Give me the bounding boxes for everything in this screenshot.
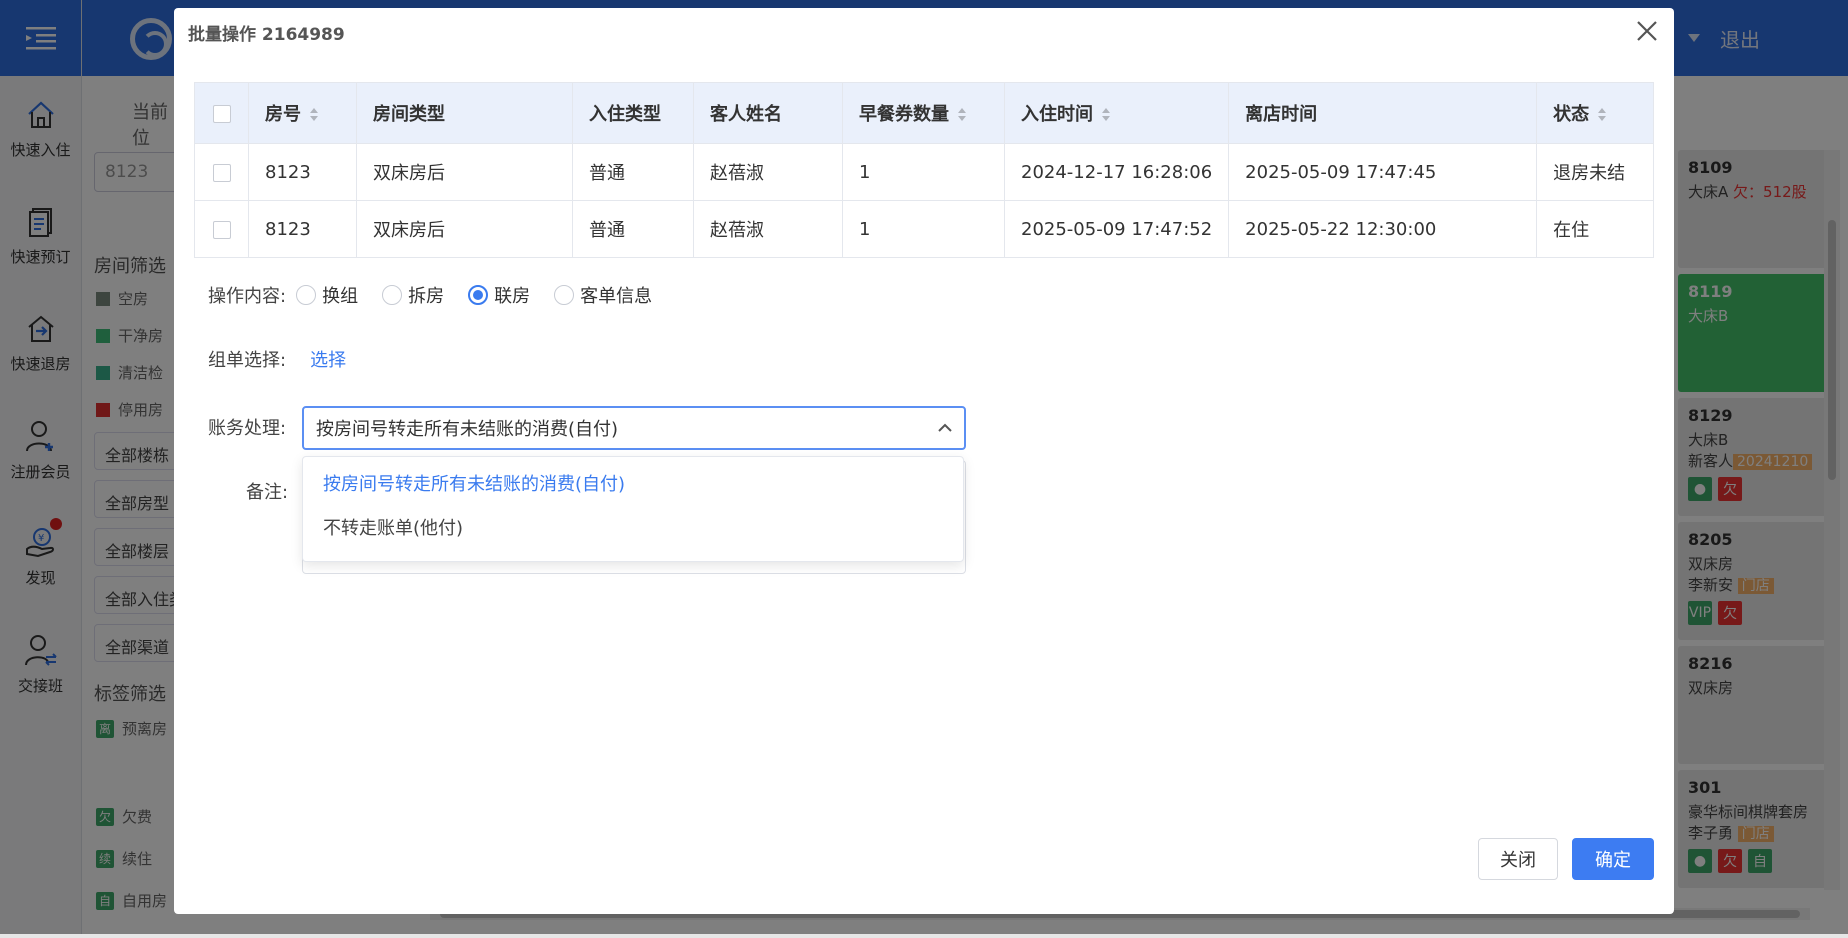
radio-label: 换组 — [322, 286, 359, 307]
dialog-title: 批量操作 2164989 — [188, 25, 345, 45]
remark-row: 备注: — [246, 478, 288, 504]
operation-radio-group: 换组 拆房 联房 客单信息 — [296, 282, 652, 308]
radio-change-group[interactable]: 换组 — [296, 282, 358, 308]
room-type-cell: 双床房后 — [356, 200, 573, 258]
room-type-cell: 双床房后 — [356, 143, 573, 201]
radio-split-room[interactable]: 拆房 — [382, 282, 444, 308]
remark-label: 备注: — [246, 482, 289, 503]
breakfast-count-cell: 1 — [842, 200, 1005, 258]
radio-circle[interactable] — [296, 285, 317, 305]
col-checkin-time[interactable]: 入住时间 — [1003, 82, 1230, 144]
status-cell: 退房未结 — [1536, 143, 1654, 201]
billing-option[interactable]: 不转走账单(他付) — [303, 505, 963, 549]
col-guest-name: 客人姓名 — [693, 82, 843, 144]
header-label: 入住时间 — [1021, 104, 1093, 125]
header-label: 入住类型 — [589, 104, 661, 125]
row-checkbox[interactable] — [212, 163, 231, 182]
billing-select[interactable]: 按房间号转走所有未结账的消费(自付) — [302, 406, 966, 450]
row-checkbox-cell — [194, 200, 249, 258]
col-room-number[interactable]: 房号 — [248, 82, 357, 144]
col-room-type: 房间类型 — [356, 82, 573, 144]
guest-table: 房号 房间类型 入住类型 客人姓名 早餐券数量 入住时间 离店时间 状态 812… — [194, 82, 1654, 258]
checkin-time-cell: 2024-12-17 16:28:06 — [1003, 143, 1230, 201]
room-number-cell: 8123 — [248, 200, 357, 258]
sort-icon[interactable] — [1101, 108, 1111, 122]
col-breakfast-count[interactable]: 早餐券数量 — [842, 82, 1005, 144]
row-checkbox[interactable] — [212, 220, 231, 239]
checkin-time-cell: 2025-05-09 17:47:52 — [1003, 200, 1230, 258]
close-button[interactable]: 关闭 — [1478, 838, 1558, 880]
radio-label: 客单信息 — [580, 286, 653, 307]
group-select-label: 组单选择: — [208, 350, 287, 371]
header-label: 状态 — [1553, 104, 1590, 125]
radio-circle[interactable] — [554, 285, 575, 305]
billing-option[interactable]: 按房间号转走所有未结账的消费(自付) — [303, 461, 963, 505]
row-checkbox-cell — [194, 143, 249, 201]
radio-circle[interactable] — [468, 285, 489, 305]
col-checkout-time: 离店时间 — [1228, 82, 1538, 144]
close-dialog-button[interactable] — [1634, 18, 1660, 44]
col-checkin-type: 入住类型 — [572, 82, 694, 144]
chevron-up-icon — [938, 423, 952, 432]
radio-circle[interactable] — [382, 285, 403, 305]
billing-dropdown-menu: 按房间号转走所有未结账的消费(自付) 不转走账单(他付) — [302, 456, 964, 562]
radio-label: 拆房 — [408, 286, 445, 307]
guest-name-cell: 赵蓓淑 — [693, 143, 843, 201]
header-label: 客人姓名 — [710, 104, 782, 125]
header-label: 房间类型 — [373, 104, 445, 125]
checkin-type-cell: 普通 — [572, 143, 694, 201]
close-icon — [1637, 21, 1657, 41]
checkout-time-cell: 2025-05-22 12:30:00 — [1228, 200, 1538, 258]
checkin-type-cell: 普通 — [572, 200, 694, 258]
confirm-button[interactable]: 确定 — [1572, 838, 1654, 880]
bottom-strip — [0, 934, 1848, 938]
radio-link-room[interactable]: 联房 — [468, 282, 530, 308]
table-header-row: 房号 房间类型 入住类型 客人姓名 早餐券数量 入住时间 离店时间 状态 — [194, 82, 1654, 144]
billing-label: 账务处理: — [208, 418, 287, 439]
select-all-checkbox[interactable] — [212, 104, 231, 123]
header-label: 早餐券数量 — [859, 104, 949, 125]
operation-label: 操作内容: — [208, 286, 287, 307]
sort-icon[interactable] — [957, 108, 967, 122]
breakfast-count-cell: 1 — [842, 143, 1005, 201]
radio-guest-info[interactable]: 客单信息 — [554, 282, 652, 308]
select-all-cell — [194, 82, 249, 144]
header-label: 离店时间 — [1245, 104, 1318, 125]
billing-row: 账务处理: — [208, 414, 286, 440]
sort-icon[interactable] — [309, 108, 319, 122]
operation-row: 操作内容: 换组 拆房 联房 客单信息 — [208, 282, 652, 308]
col-status[interactable]: 状态 — [1536, 82, 1654, 144]
sort-icon[interactable] — [1597, 108, 1607, 122]
status-cell: 在住 — [1536, 200, 1654, 258]
group-select-row: 组单选择: 选择 — [208, 346, 346, 372]
room-number-cell: 8123 — [248, 143, 357, 201]
header-label: 房号 — [265, 104, 301, 125]
radio-label: 联房 — [494, 286, 531, 307]
select-group-link[interactable]: 选择 — [310, 346, 346, 372]
batch-operation-dialog: 批量操作 2164989 房号 房间类型 入住类型 客人姓名 早餐券数量 入住时… — [174, 8, 1674, 914]
guest-name-cell: 赵蓓淑 — [693, 200, 843, 258]
checkout-time-cell: 2025-05-09 17:47:45 — [1228, 143, 1538, 201]
table-row[interactable]: 8123 双床房后 普通 赵蓓淑 1 2024-12-17 16:28:06 2… — [194, 143, 1654, 201]
billing-select-value: 按房间号转走所有未结账的消费(自付) — [316, 419, 619, 440]
table-row[interactable]: 8123 双床房后 普通 赵蓓淑 1 2025-05-09 17:47:52 2… — [194, 200, 1654, 258]
